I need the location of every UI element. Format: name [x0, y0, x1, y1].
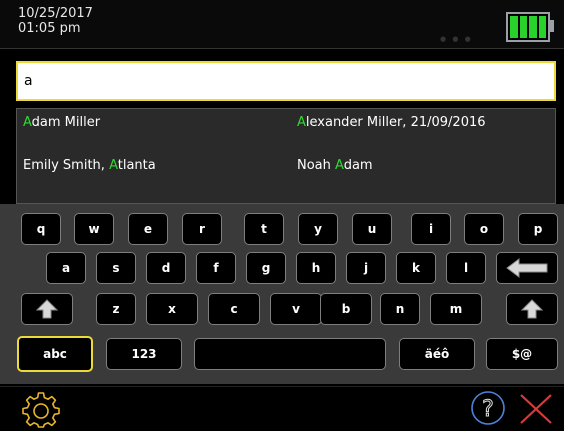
shift-button-left[interactable] — [21, 293, 73, 325]
key-o[interactable]: o — [464, 213, 504, 245]
question-mark-icon[interactable]: ? — [470, 390, 506, 426]
key-n[interactable]: n — [380, 293, 420, 325]
key-z[interactable]: z — [96, 293, 136, 325]
time-label: 01:05 pm — [18, 21, 81, 36]
shift-button-right[interactable] — [506, 293, 558, 325]
suggestion-item[interactable]: Noah Adam — [297, 158, 373, 173]
key-m[interactable]: m — [430, 293, 482, 325]
suggestion-item[interactable]: Emily Smith, Atlanta — [23, 158, 156, 173]
search-field[interactable] — [16, 61, 556, 101]
abc-mode-button[interactable]: abc — [17, 336, 93, 372]
backspace-button[interactable] — [496, 252, 558, 284]
key-r[interactable]: r — [182, 213, 222, 245]
signal-dots-icon: ● ● ● — [440, 35, 473, 43]
key-b[interactable]: b — [320, 293, 372, 325]
key-d[interactable]: d — [146, 252, 186, 284]
key-a[interactable]: a — [46, 252, 86, 284]
key-f[interactable]: f — [196, 252, 236, 284]
shift-arrow-icon — [521, 299, 543, 319]
close-x-icon[interactable] — [518, 392, 554, 426]
key-e[interactable]: e — [128, 213, 168, 245]
suggestion-item[interactable]: Alexander Miller, 21/09/2016 — [297, 115, 486, 130]
date-label: 10/25/2017 — [18, 6, 93, 21]
key-l[interactable]: l — [446, 252, 486, 284]
battery-icon — [506, 12, 550, 42]
search-input[interactable] — [24, 67, 544, 95]
key-v[interactable]: v — [270, 293, 322, 325]
key-j[interactable]: j — [346, 252, 386, 284]
date-time: 10/25/2017 01:05 pm — [18, 6, 93, 36]
symbols-mode-button[interactable]: $@ — [486, 338, 558, 370]
battery-tip — [550, 20, 554, 32]
key-h[interactable]: h — [296, 252, 336, 284]
status-bar: 10/25/2017 01:05 pm ● ● ● — [0, 0, 564, 49]
backspace-arrow-icon — [506, 258, 548, 278]
accents-mode-button[interactable]: äéô — [399, 338, 475, 370]
numeric-mode-button[interactable]: 123 — [106, 338, 182, 370]
key-x[interactable]: x — [146, 293, 198, 325]
key-g[interactable]: g — [246, 252, 286, 284]
space-bar[interactable] — [194, 338, 386, 370]
suggestion-list: Adam Miller Alexander Miller, 21/09/2016… — [16, 108, 556, 204]
key-u[interactable]: u — [352, 213, 392, 245]
shift-arrow-icon — [36, 299, 58, 319]
key-s[interactable]: s — [96, 252, 136, 284]
onscreen-keyboard: q w e r t y u i o p a s d f g h j k l z … — [0, 204, 564, 384]
key-t[interactable]: t — [244, 213, 284, 245]
key-c[interactable]: c — [208, 293, 260, 325]
svg-text:?: ? — [482, 397, 494, 422]
key-q[interactable]: q — [21, 213, 61, 245]
key-i[interactable]: i — [411, 213, 451, 245]
gear-icon[interactable] — [22, 390, 60, 428]
suggestion-item[interactable]: Adam Miller — [23, 115, 100, 130]
device-screen: 10/25/2017 01:05 pm ● ● ● Adam Miller Al… — [0, 0, 564, 431]
key-k[interactable]: k — [396, 252, 436, 284]
key-p[interactable]: p — [518, 213, 558, 245]
key-y[interactable]: y — [298, 213, 338, 245]
key-w[interactable]: w — [74, 213, 114, 245]
